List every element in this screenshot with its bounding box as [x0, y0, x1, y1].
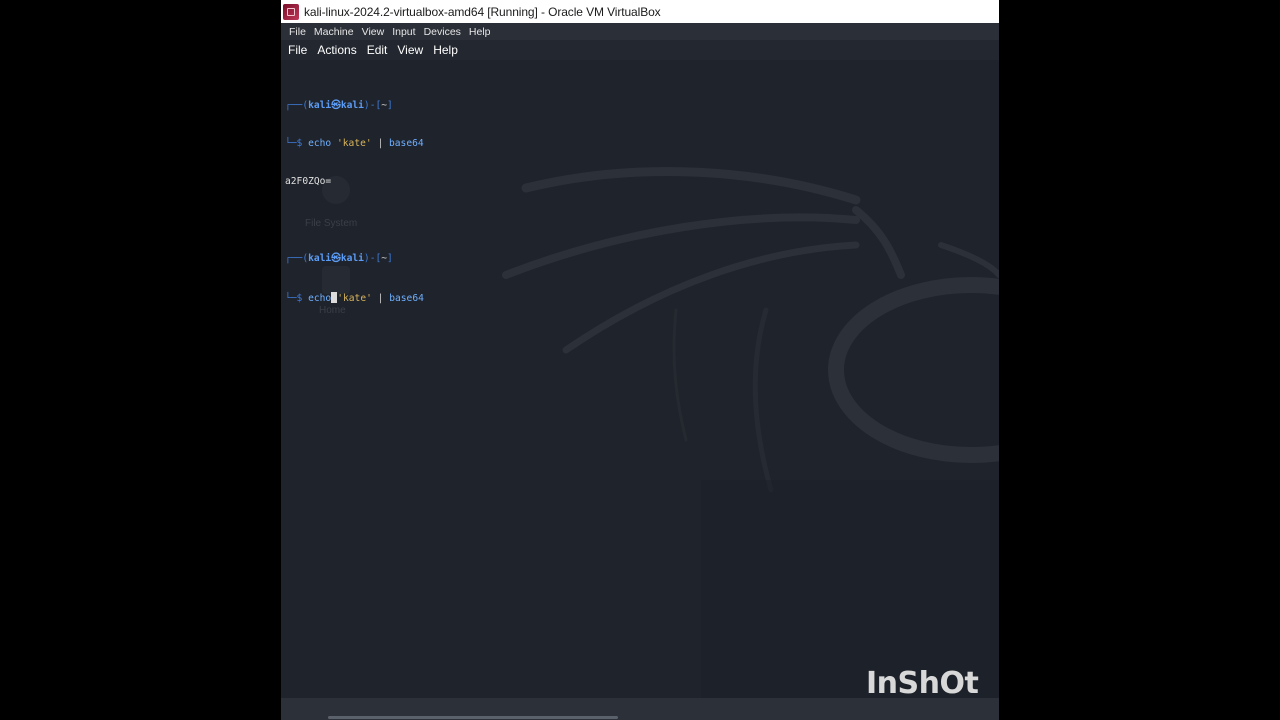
prompt-at: ㉿ [331, 99, 341, 111]
menu-input[interactable]: Input [392, 26, 420, 38]
command-line: └─$ echo 'kate' | base64 [285, 138, 424, 151]
menu-file[interactable]: File [289, 26, 311, 38]
kali-desktop-background: File System Home ┌──(kali㉿kali)-[~] └─$ … [281, 60, 999, 698]
terminal-menu-help[interactable]: Help [433, 43, 458, 57]
terminal-menu-view[interactable]: View [397, 43, 423, 57]
command-line-current[interactable]: └─$ echo 'kate' | base64 [285, 291, 424, 305]
command-output: a2F0ZQo= [285, 176, 332, 188]
command-argument: 'kate' [337, 292, 372, 304]
virtualbox-menubar: File Machine View Input Devices Help [281, 23, 999, 40]
prompt-box-close: )-[ [363, 253, 382, 265]
prompt-line: ┌──(kali㉿kali)-[~] [285, 100, 424, 113]
prompt-box-end: ] [387, 99, 393, 111]
terminal-menu-edit[interactable]: Edit [367, 43, 388, 57]
prompt-at: ㉿ [331, 253, 341, 265]
virtualbox-icon [283, 3, 299, 20]
prompt-box-end: ] [387, 253, 393, 265]
prompt-dollar: └─$ [285, 137, 309, 149]
prompt-dollar: └─$ [285, 292, 309, 304]
virtualbox-window: kali-linux-2024.2-virtualbox-amd64 [Runn… [281, 0, 999, 720]
window-titlebar[interactable]: kali-linux-2024.2-virtualbox-amd64 [Runn… [281, 0, 999, 23]
command-name: echo [308, 292, 332, 304]
prompt-host: kali [340, 99, 364, 111]
command-tool: base64 [389, 137, 424, 149]
menu-machine[interactable]: Machine [314, 26, 359, 38]
terminal-menu-file[interactable]: File [288, 43, 307, 57]
inshot-watermark: InShOt [866, 666, 979, 701]
prompt-box-close: )-[ [363, 99, 382, 111]
terminal-output[interactable]: ┌──(kali㉿kali)-[~] └─$ echo 'kate' | bas… [285, 74, 424, 330]
prompt-line: ┌──(kali㉿kali)-[~] [285, 253, 424, 266]
menu-view[interactable]: View [362, 26, 390, 38]
prompt-box-open: ┌──( [285, 99, 309, 111]
prompt-user: kali [308, 253, 332, 265]
terminal-menubar: File Actions Edit View Help [281, 40, 999, 60]
prompt-host: kali [340, 253, 364, 265]
command-pipe: | [377, 292, 384, 304]
command-name: echo [308, 137, 332, 149]
menu-help[interactable]: Help [469, 26, 496, 38]
prompt-user: kali [308, 99, 332, 111]
horizontal-scrollbar[interactable] [328, 716, 618, 719]
command-pipe: | [377, 137, 384, 149]
menu-devices[interactable]: Devices [424, 26, 466, 38]
terminal-menu-actions[interactable]: Actions [317, 43, 356, 57]
prompt-box-open: ┌──( [285, 253, 309, 265]
window-title: kali-linux-2024.2-virtualbox-amd64 [Runn… [304, 4, 661, 19]
command-argument: 'kate' [337, 137, 372, 149]
command-tool: base64 [389, 292, 424, 304]
